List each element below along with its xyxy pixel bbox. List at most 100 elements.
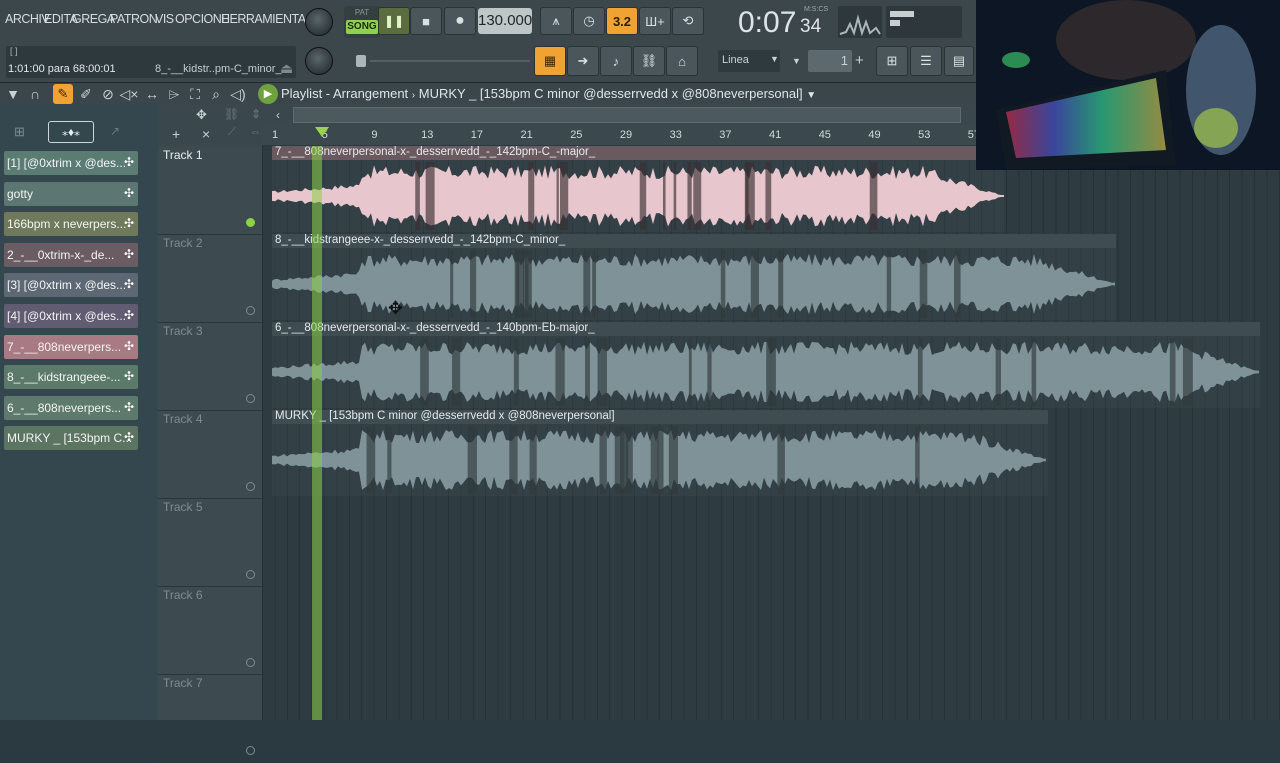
step-edit-button[interactable]: 3.2 — [606, 7, 638, 35]
delete-tool-icon[interactable]: ⊘ — [99, 85, 117, 103]
track-header[interactable]: Track 4 — [158, 410, 262, 499]
snap-label: Linea — [722, 54, 749, 66]
pattern-label: [3] [@0xtrim x @des... — [7, 278, 127, 293]
menu-agregar[interactable]: GREGA — [72, 12, 115, 26]
menu-vista[interactable]: VIS — [155, 12, 174, 26]
webcam-overlay — [976, 0, 1280, 170]
playlist-window-button[interactable]: ▦ — [534, 46, 566, 76]
triangle-down-icon[interactable]: ▼ — [4, 85, 22, 103]
pause-icon: ❚❚ — [383, 14, 405, 28]
draw-tool-button[interactable]: ✎ — [53, 84, 73, 104]
chevron-down-icon[interactable]: ▼ — [806, 90, 816, 101]
paint-tool-icon[interactable]: ✐ — [77, 85, 95, 103]
stop-icon: ■ — [422, 13, 430, 29]
audio-clip-icon: ✣ — [123, 430, 134, 445]
piano-roll-button[interactable]: ♪ — [600, 46, 632, 76]
track-mute-led[interactable] — [246, 658, 255, 667]
timeline-scrollbar[interactable] — [293, 107, 961, 123]
waveform — [272, 426, 1046, 494]
pattern-item[interactable]: 166bpm x neverpers... ✣ — [4, 212, 138, 237]
select-tool-icon[interactable]: ⛶ — [186, 85, 204, 103]
ruler-tick-label: 33 — [669, 129, 682, 141]
track-mute-led[interactable] — [246, 306, 255, 315]
chevron-left-icon[interactable]: ‹ — [276, 108, 280, 122]
pattern-item[interactable]: 7_-__808neverpers... ✣ — [4, 334, 138, 359]
automation-view-icon[interactable]: ↗ — [110, 124, 120, 138]
record-button[interactable]: ● — [444, 7, 476, 35]
pattern-label: 8_-__kidstrangeee-... — [7, 370, 121, 385]
hint-icon: ⏏ — [280, 60, 294, 76]
slider-icon[interactable]: ⟋ — [228, 126, 236, 139]
browser-button[interactable]: ☰ — [910, 46, 942, 76]
track-mute-led[interactable] — [246, 570, 255, 579]
pattern-item[interactable]: [3] [@0xtrim x @des... ✣ — [4, 273, 138, 298]
metronome-button[interactable]: ⩚ — [540, 7, 572, 35]
play-circle-icon[interactable]: ▶ — [258, 84, 278, 104]
track-header[interactable]: Track 1 — [158, 146, 262, 235]
link-button[interactable]: ⛓ — [633, 46, 665, 76]
chevron-down-icon[interactable]: ▼ — [792, 50, 804, 72]
track-header[interactable]: Track 2 — [158, 234, 262, 323]
add-track-icon[interactable]: + — [172, 126, 180, 142]
stop-button[interactable]: ■ — [410, 7, 442, 35]
menu-archivo[interactable]: ARCHIV — [5, 12, 50, 26]
blend-notes-button[interactable]: Ш+ — [639, 7, 671, 35]
more-tools-button[interactable]: ▤ — [944, 46, 974, 76]
track-mute-led[interactable] — [246, 218, 255, 227]
snap-value-field[interactable]: 1 — [808, 50, 852, 72]
pat-song-toggle[interactable]: PAT SONG — [344, 6, 380, 38]
pattern-item[interactable]: [4] [@0xtrim x @des... ✣ — [4, 304, 138, 328]
pattern-item[interactable]: gotty ✣ — [4, 181, 138, 206]
close-icon[interactable]: × — [202, 126, 210, 142]
zoom-tool-icon[interactable]: ⌕ — [207, 85, 225, 103]
channel-rack-button[interactable]: ➜ — [567, 46, 599, 76]
song-time-display[interactable]: 0:07 M:S:CS 34 — [712, 2, 832, 40]
wait-input-button[interactable]: ◷ — [573, 7, 605, 35]
pattern-item[interactable]: MURKY _ [153bpm C... ✣ — [4, 426, 138, 451]
slice-tool-icon[interactable]: ⌲ — [165, 85, 183, 103]
tempo-display[interactable]: 130.000 — [478, 8, 532, 34]
track-mute-led[interactable] — [246, 394, 255, 403]
playback-tool-icon[interactable]: ◁) — [229, 85, 247, 103]
playlist-label: Playlist - Arrangement — [281, 86, 409, 101]
plugin-picker-button[interactable]: ⌂ — [666, 46, 698, 76]
mute-tool-icon[interactable]: ◁× — [120, 85, 139, 103]
snap-select[interactable]: Linea ▼ — [718, 50, 780, 72]
menu-herramientas[interactable]: HERRAMIENTA — [221, 12, 306, 26]
plus-icon[interactable]: + — [855, 50, 869, 72]
pattern-item[interactable]: 6_-__808neverpers... ✣ — [4, 395, 138, 420]
pattern-item[interactable]: [1] [@0xtrim x @des... ✣ — [4, 151, 138, 175]
mixer-button[interactable]: ⊞ — [876, 46, 908, 76]
track-name: Track 1 — [163, 148, 203, 162]
link-icon[interactable]: ⛓ — [224, 107, 239, 121]
master-pitch-knob[interactable] — [305, 47, 333, 75]
move-icon[interactable]: ✥ — [196, 107, 207, 123]
track-mute-led[interactable] — [246, 746, 255, 755]
audio-clip[interactable]: 7_-__808neverpersonal-x-_desserrvedd_-_1… — [272, 146, 1004, 232]
audio-clip-view-button[interactable]: ⁎♦⁎ — [48, 121, 94, 143]
track-header[interactable]: Track 3 — [158, 322, 262, 411]
expand-icon[interactable]: ⇕ — [251, 107, 261, 121]
track-header[interactable]: Track 5 — [158, 498, 262, 587]
pattern-view-icon[interactable]: ⊞ — [14, 124, 25, 140]
track-header[interactable]: Track 7 — [158, 674, 262, 763]
pattern-item[interactable]: 2_-__0xtrim-x-_de... ✣ — [4, 242, 138, 267]
play-pause-button[interactable]: ❚❚ — [378, 7, 410, 35]
menu-patron[interactable]: PATRON — [110, 12, 158, 26]
audio-clip[interactable]: MURKY _ [153bpm C minor @desserrvedd x @… — [272, 410, 1048, 496]
master-pitch-slider-track[interactable] — [370, 60, 530, 62]
audio-clip[interactable]: 6_-__808neverpersonal-x-_desserrvedd_-_1… — [272, 322, 1260, 408]
time-format-label: M:S:CS — [804, 6, 829, 13]
track-mute-led[interactable] — [246, 482, 255, 491]
loop-record-button[interactable]: ⟲ — [672, 7, 704, 35]
master-volume-knob[interactable] — [305, 8, 333, 36]
master-pitch-slider-handle[interactable] — [356, 55, 366, 67]
hint-bar: [ ] 1:01:00 para 68:00:01 8_-__kidstr..p… — [6, 46, 296, 78]
magnet-icon[interactable]: ∩ — [26, 85, 44, 103]
slip-tool-icon[interactable]: ↔ — [143, 85, 161, 103]
song-position-marker[interactable] — [315, 127, 329, 137]
arrows-icon[interactable]: ⇔ — [250, 126, 261, 138]
track-header[interactable]: Track 6 — [158, 586, 262, 675]
oscilloscope-icon — [839, 14, 881, 37]
pattern-item[interactable]: 8_-__kidstrangeee-... ✣ — [4, 365, 138, 390]
